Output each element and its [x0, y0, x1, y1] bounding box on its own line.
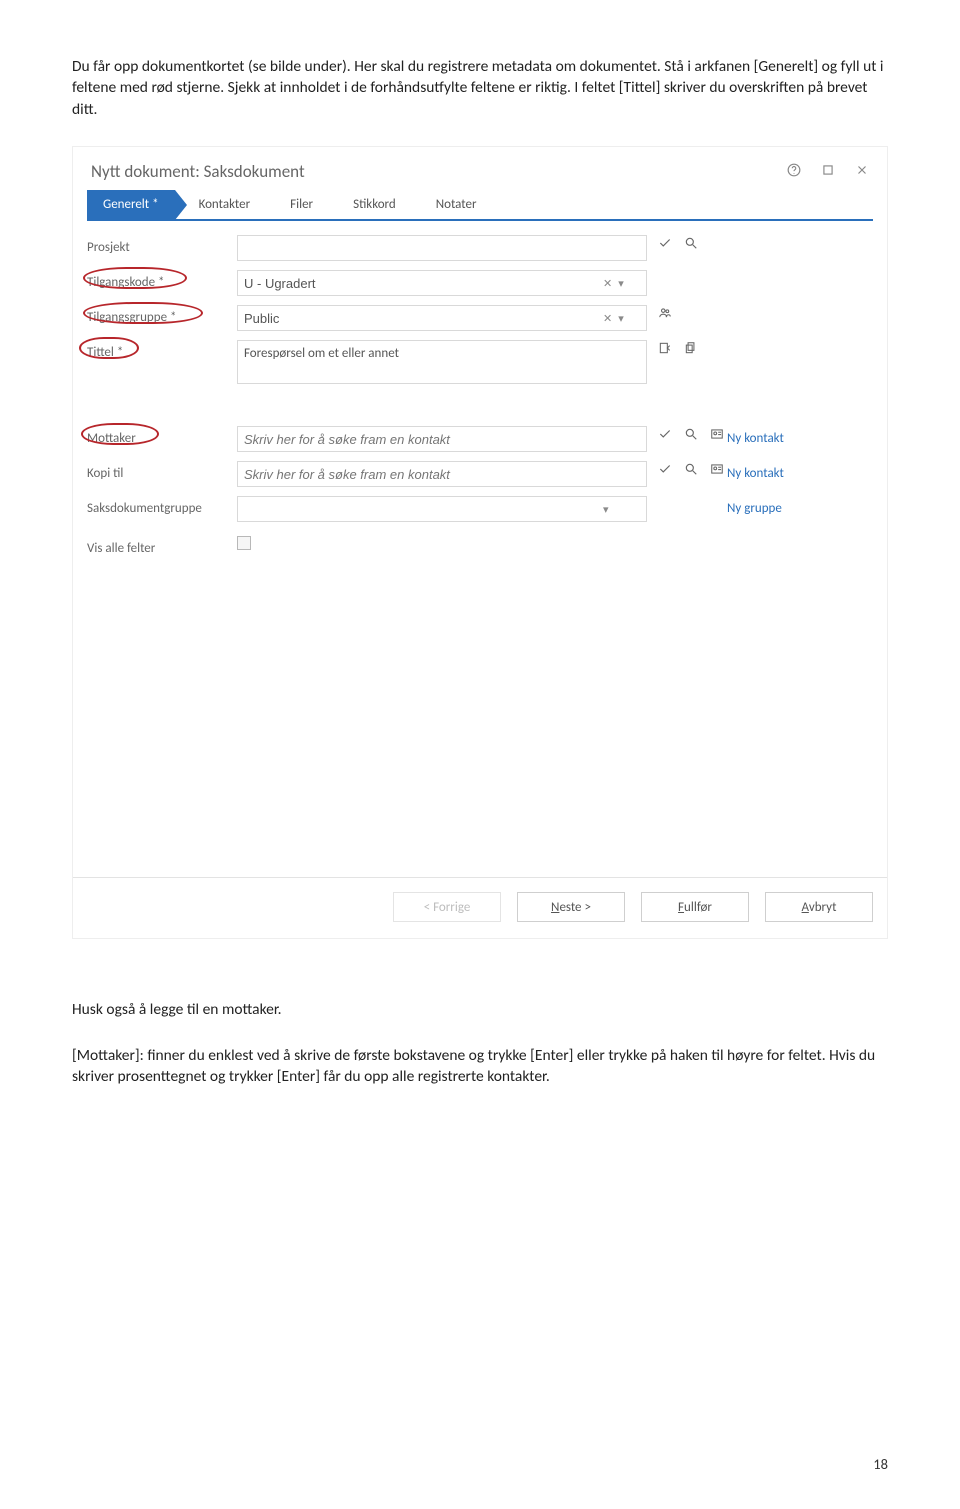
dialog-footer: < Forrige Neste > Fullfør Avbryt: [73, 877, 887, 938]
help-icon[interactable]: [787, 163, 801, 181]
link-ny-kontakt[interactable]: Ny kontakt: [727, 466, 784, 481]
check-icon[interactable]: [657, 235, 673, 251]
prev-button: < Forrige: [393, 892, 501, 922]
clear-icon[interactable]: ✕: [603, 277, 612, 290]
outro-paragraph-2: [Mottaker]: finner du enklest ved å skri…: [72, 1045, 888, 1088]
contact-card-icon[interactable]: [709, 461, 725, 477]
checkbox-vis-alle-felter[interactable]: [237, 536, 251, 550]
label-vis-alle-felter: Vis alle felter: [87, 536, 237, 556]
label-saksdokumentgruppe: Saksdokumentgruppe: [87, 496, 237, 516]
tab-generelt[interactable]: Generelt *: [87, 190, 175, 219]
search-icon[interactable]: [683, 426, 699, 442]
chevron-down-icon[interactable]: ▾: [618, 277, 624, 290]
chevron-down-icon[interactable]: ▾: [618, 312, 624, 325]
page-number: 18: [873, 1455, 888, 1473]
input-saksdokumentgruppe[interactable]: [237, 496, 647, 522]
dialog-tabs: Generelt * Kontakter Filer Stikkord Nota…: [87, 190, 873, 221]
dialog-form: Prosjekt Tilgangskode * ✕ ▾: [73, 221, 887, 577]
group-icon[interactable]: [657, 305, 673, 321]
clear-icon[interactable]: ✕: [603, 312, 612, 325]
search-icon[interactable]: [683, 235, 699, 251]
check-icon[interactable]: [657, 461, 673, 477]
input-mottaker[interactable]: [237, 426, 647, 452]
label-kopi-til: Kopi til: [87, 461, 237, 481]
label-prosjekt: Prosjekt: [87, 235, 237, 255]
link-ny-gruppe[interactable]: Ny gruppe: [727, 501, 782, 516]
input-tittel[interactable]: Forespørsel om et eller annet: [237, 340, 647, 384]
dialog-header: Nytt dokument: Saksdokument: [73, 147, 887, 190]
tab-stikkord[interactable]: Stikkord: [337, 190, 412, 219]
search-icon[interactable]: [683, 461, 699, 477]
tab-filer[interactable]: Filer: [274, 190, 329, 219]
intro-paragraph: Du får opp dokumentkortet (se bilde unde…: [72, 56, 888, 120]
label-tilgangsgruppe: Tilgangsgruppe *: [87, 305, 237, 325]
check-icon[interactable]: [657, 426, 673, 442]
label-tilgangskode: Tilgangskode *: [87, 270, 237, 290]
tab-kontakter[interactable]: Kontakter: [183, 190, 267, 219]
link-ny-kontakt[interactable]: Ny kontakt: [727, 431, 784, 446]
outro-paragraph-1: Husk også å legge til en mottaker.: [72, 999, 888, 1020]
contact-card-icon[interactable]: [709, 426, 725, 442]
finish-button[interactable]: Fullfør: [641, 892, 749, 922]
close-icon[interactable]: [855, 163, 869, 181]
input-tilgangskode[interactable]: [237, 270, 647, 296]
next-button[interactable]: Neste >: [517, 892, 625, 922]
input-prosjekt[interactable]: [237, 235, 647, 261]
copy-icon[interactable]: [683, 340, 699, 356]
maximize-icon[interactable]: [821, 163, 835, 181]
label-tittel: Tittel *: [87, 340, 237, 360]
cancel-button[interactable]: Avbryt: [765, 892, 873, 922]
import-icon[interactable]: [657, 340, 673, 356]
dialog-screenshot: Nytt dokument: Saksdokument Generelt * K…: [72, 146, 888, 939]
label-mottaker: Mottaker: [87, 426, 237, 446]
dialog-title: Nytt dokument: Saksdokument: [91, 161, 305, 182]
input-tilgangsgruppe[interactable]: [237, 305, 647, 331]
input-kopi-til[interactable]: [237, 461, 647, 487]
chevron-down-icon[interactable]: ▾: [603, 503, 609, 516]
tab-notater[interactable]: Notater: [420, 190, 493, 219]
